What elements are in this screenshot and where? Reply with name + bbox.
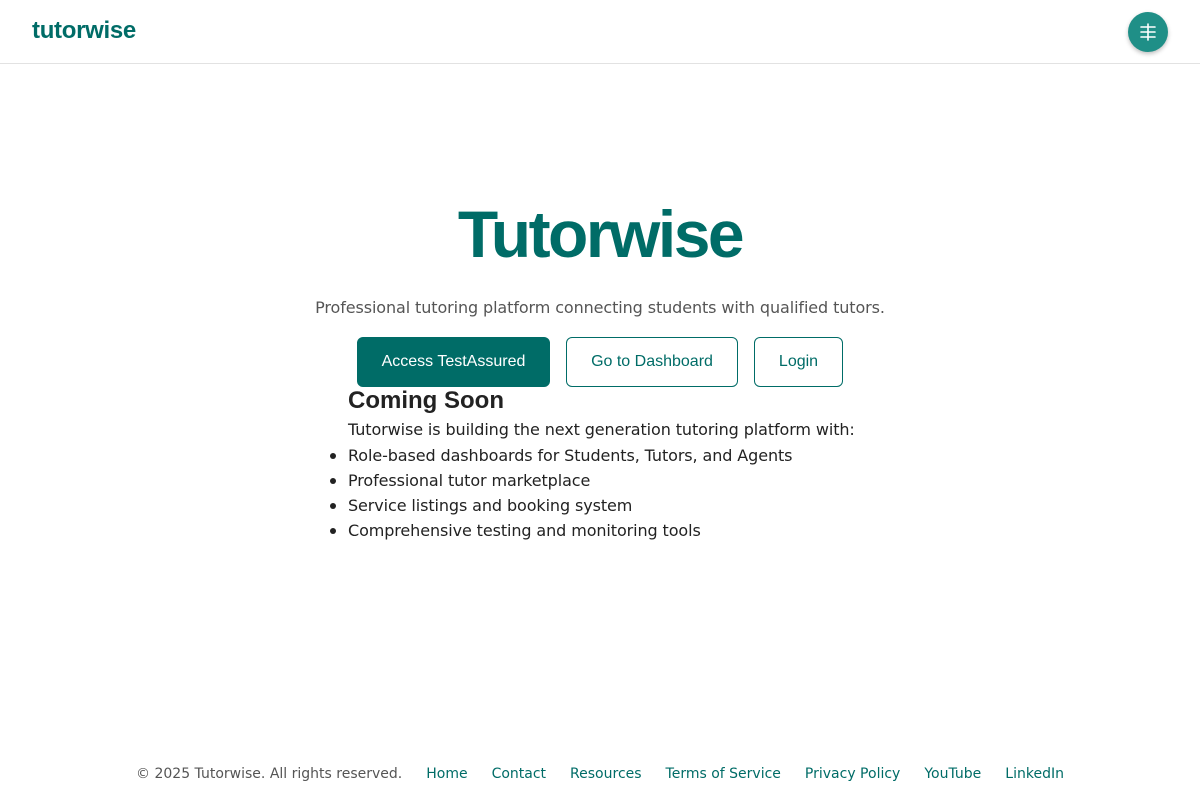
footer-link-privacy[interactable]: Privacy Policy — [805, 766, 900, 782]
hero-subtitle: Professional tutoring platform connectin… — [315, 298, 885, 317]
logo[interactable]: tutorwise — [32, 17, 136, 45]
coming-soon-description: Tutorwise is building the next generatio… — [348, 420, 855, 439]
feature-item: Comprehensive testing and monitoring too… — [330, 518, 908, 543]
feature-list: Role-based dashboards for Students, Tuto… — [330, 443, 908, 543]
footer-link-home[interactable]: Home — [426, 766, 467, 782]
footer-link-terms[interactable]: Terms of Service — [666, 766, 781, 782]
hero-title: Tutorwise — [457, 197, 745, 271]
footer-link-resources[interactable]: Resources — [570, 766, 642, 782]
go-to-dashboard-button[interactable]: Go to Dashboard — [566, 337, 738, 387]
feature-item: Professional tutor marketplace — [330, 468, 908, 493]
footer-link-youtube[interactable]: YouTube — [924, 766, 981, 782]
menu-icon — [1140, 23, 1156, 41]
feature-item: Service listings and booking system — [330, 493, 908, 518]
copyright-text: © 2025 Tutorwise. All rights reserved. — [136, 766, 403, 782]
menu-button[interactable] — [1128, 12, 1168, 52]
footer-link-linkedin[interactable]: LinkedIn — [1005, 766, 1064, 782]
login-button[interactable]: Login — [754, 337, 843, 387]
site-footer: © 2025 Tutorwise. All rights reserved. H… — [0, 762, 1200, 786]
coming-soon-section: Coming Soon Tutorwise is building the ne… — [330, 386, 908, 543]
coming-soon-title: Coming Soon — [348, 387, 504, 414]
feature-item: Role-based dashboards for Students, Tuto… — [330, 443, 908, 468]
footer-link-contact[interactable]: Contact — [492, 766, 546, 782]
access-testassured-button[interactable]: Access TestAssured — [357, 337, 550, 387]
site-header: tutorwise — [0, 0, 1200, 64]
